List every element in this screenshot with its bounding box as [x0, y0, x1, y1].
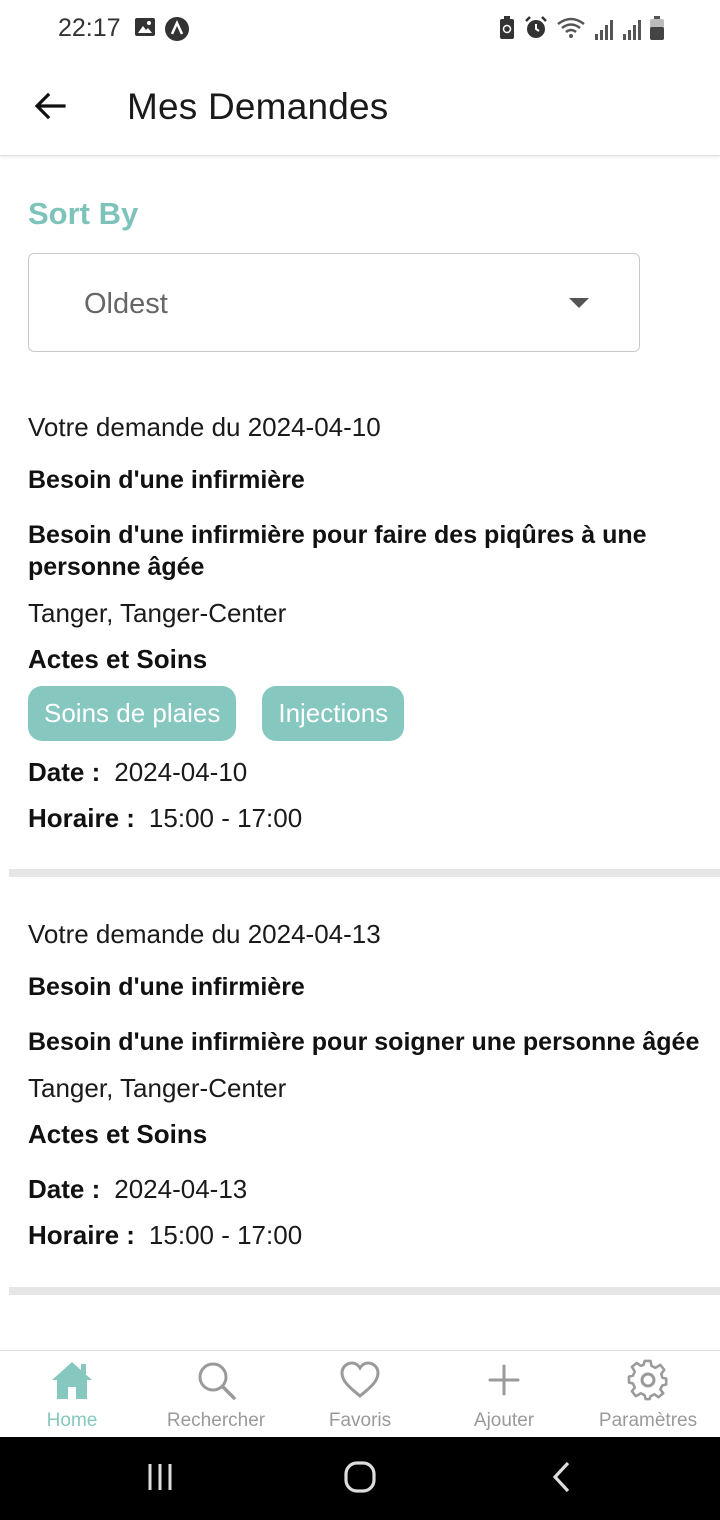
system-nav-bar: [0, 1437, 720, 1520]
arrow-left-icon: [34, 92, 66, 125]
plus-icon: [483, 1359, 525, 1406]
nav-favorites[interactable]: Favoris: [288, 1351, 432, 1437]
wifi-icon: [556, 16, 586, 45]
request-description: Besoin d'une infirmière pour faire des p…: [28, 521, 647, 581]
time-label: Horaire :: [28, 1220, 135, 1250]
time-value: 15:00 - 17:00: [148, 1220, 303, 1250]
gallery-icon: [134, 16, 156, 47]
app-bar: Mes Demandes: [0, 58, 720, 156]
battery-saver-icon: [498, 16, 516, 45]
tag-chip[interactable]: Injections: [262, 686, 405, 741]
signal-1-icon: [594, 18, 614, 45]
tag-chip[interactable]: Soins de plaies: [28, 686, 237, 741]
tag-list: Soins de plaies Injections: [28, 686, 405, 741]
request-section-title: Actes et Soins: [28, 644, 208, 674]
status-time: 22:17: [58, 14, 121, 42]
search-icon: [195, 1359, 237, 1406]
recent-apps-icon: [145, 1462, 175, 1497]
date-label: Date :: [28, 757, 101, 787]
request-date-row: Date : 2024-04-13: [28, 1174, 247, 1205]
request-location: Tanger, Tanger-Center: [28, 598, 287, 628]
chevron-left-icon: [550, 1460, 574, 1499]
request-location: Tanger, Tanger-Center: [28, 1073, 287, 1103]
card-divider: [9, 1287, 720, 1295]
alarm-icon: [524, 16, 548, 45]
system-back-button[interactable]: [542, 1459, 582, 1499]
time-label: Horaire :: [28, 803, 135, 833]
nav-settings[interactable]: Paramètres: [576, 1351, 720, 1437]
nav-add[interactable]: Ajouter: [432, 1351, 576, 1437]
back-button[interactable]: [28, 86, 72, 130]
request-date-row: Date : 2024-04-10: [28, 757, 247, 788]
request-submitted-date: Votre demande du 2024-04-10: [28, 412, 381, 442]
nav-home[interactable]: Home: [0, 1351, 144, 1437]
battery-icon: [650, 16, 664, 45]
app-notification-icon: [164, 16, 190, 47]
page-title: Mes Demandes: [127, 86, 389, 127]
bottom-nav: Home Rechercher Favoris Ajouter Paramètr…: [0, 1350, 720, 1437]
request-time-row: Horaire : 15:00 - 17:00: [28, 1220, 302, 1251]
home-icon: [50, 1359, 94, 1406]
nav-label: Favoris: [328, 1410, 392, 1431]
recent-apps-button[interactable]: [140, 1459, 180, 1499]
time-value: 15:00 - 17:00: [148, 803, 303, 833]
sort-dropdown[interactable]: Oldest: [28, 253, 640, 352]
date-value: 2024-04-10: [114, 757, 248, 787]
request-submitted-date: Votre demande du 2024-04-13: [28, 919, 381, 949]
sort-selected-value: Oldest: [84, 288, 168, 320]
gear-icon: [627, 1359, 669, 1406]
nav-label: Rechercher: [166, 1410, 266, 1431]
request-section-title: Actes et Soins: [28, 1119, 208, 1149]
home-circle-icon: [343, 1460, 377, 1499]
nav-label: Home: [46, 1410, 98, 1431]
heart-icon: [339, 1359, 381, 1406]
request-title: Besoin d'une infirmière: [28, 466, 305, 494]
request-time-row: Horaire : 15:00 - 17:00: [28, 803, 302, 834]
nav-label: Paramètres: [598, 1410, 698, 1431]
date-label: Date :: [28, 1174, 101, 1204]
caret-down-icon: [569, 298, 589, 308]
request-title: Besoin d'une infirmière: [28, 973, 305, 1001]
home-system-button[interactable]: [340, 1459, 380, 1499]
date-value: 2024-04-13: [114, 1174, 248, 1204]
nav-search[interactable]: Rechercher: [144, 1351, 288, 1437]
signal-2-icon: [622, 18, 642, 45]
nav-label: Ajouter: [473, 1410, 535, 1431]
sort-label: Sort By: [28, 196, 139, 231]
card-divider: [9, 869, 720, 877]
request-description: Besoin d'une infirmière pour soigner une…: [28, 1028, 700, 1056]
status-bar: 22:17: [0, 0, 720, 58]
